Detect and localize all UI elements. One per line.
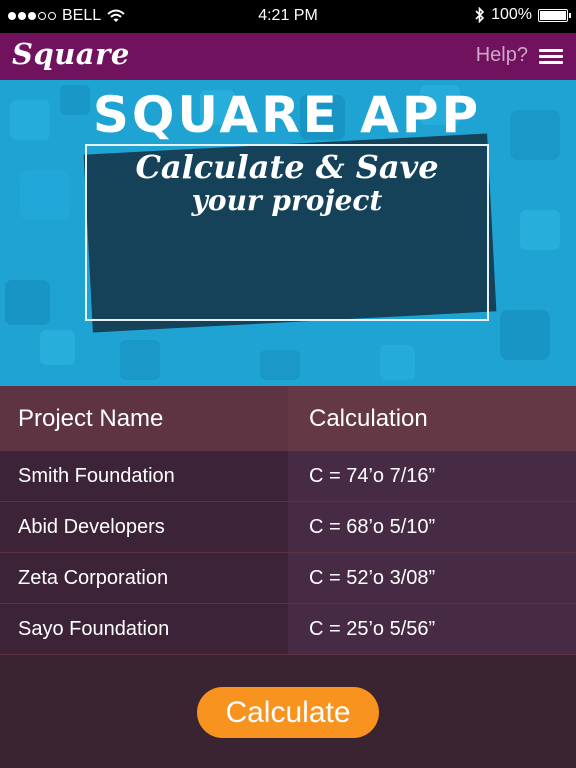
table-row[interactable]: Smith Foundation C = 74’o 7/16” bbox=[0, 451, 576, 502]
project-name-cell: Sayo Foundation bbox=[0, 604, 288, 654]
hero-title: SQUARE APP bbox=[92, 86, 482, 144]
help-link[interactable]: Help? bbox=[476, 44, 528, 67]
battery-icon bbox=[538, 8, 571, 22]
calculation-cell: C = 74’o 7/16” bbox=[288, 451, 576, 501]
table-row[interactable]: Abid Developers C = 68’o 5/10” bbox=[0, 502, 576, 553]
app-logo: Square bbox=[12, 37, 130, 71]
column-header-calculation: Calculation bbox=[288, 386, 576, 451]
calculation-cell: C = 52’o 3/08” bbox=[288, 553, 576, 603]
hero-subtitle-line1: Calculate & Save bbox=[135, 148, 439, 186]
project-name-cell: Zeta Corporation bbox=[0, 553, 288, 603]
column-header-project-name: Project Name bbox=[18, 404, 164, 432]
project-name-cell: Smith Foundation bbox=[0, 451, 288, 501]
project-name-cell: Abid Developers bbox=[0, 502, 288, 552]
table-row[interactable]: Sayo Foundation C = 25’o 5/56” bbox=[0, 604, 576, 655]
table-row[interactable]: Zeta Corporation C = 52’o 3/08” bbox=[0, 553, 576, 604]
calculation-cell: C = 68’o 5/10” bbox=[288, 502, 576, 552]
calculate-button[interactable]: Calculate bbox=[197, 687, 379, 738]
hero-subtitle-line2: your project bbox=[191, 184, 383, 217]
projects-table: Project Name Calculation Smith Foundatio… bbox=[0, 386, 576, 655]
app-header: Square Help? bbox=[0, 33, 576, 80]
hamburger-menu-icon[interactable] bbox=[539, 49, 563, 65]
status-right: 100% bbox=[474, 6, 571, 24]
bluetooth-icon bbox=[475, 7, 485, 23]
battery-percent: 100% bbox=[491, 6, 532, 23]
status-bar: BELL 4:21 PM 100% bbox=[0, 0, 576, 33]
table-header: Project Name Calculation bbox=[0, 386, 576, 451]
calculation-cell: C = 25’o 5/56” bbox=[288, 604, 576, 654]
